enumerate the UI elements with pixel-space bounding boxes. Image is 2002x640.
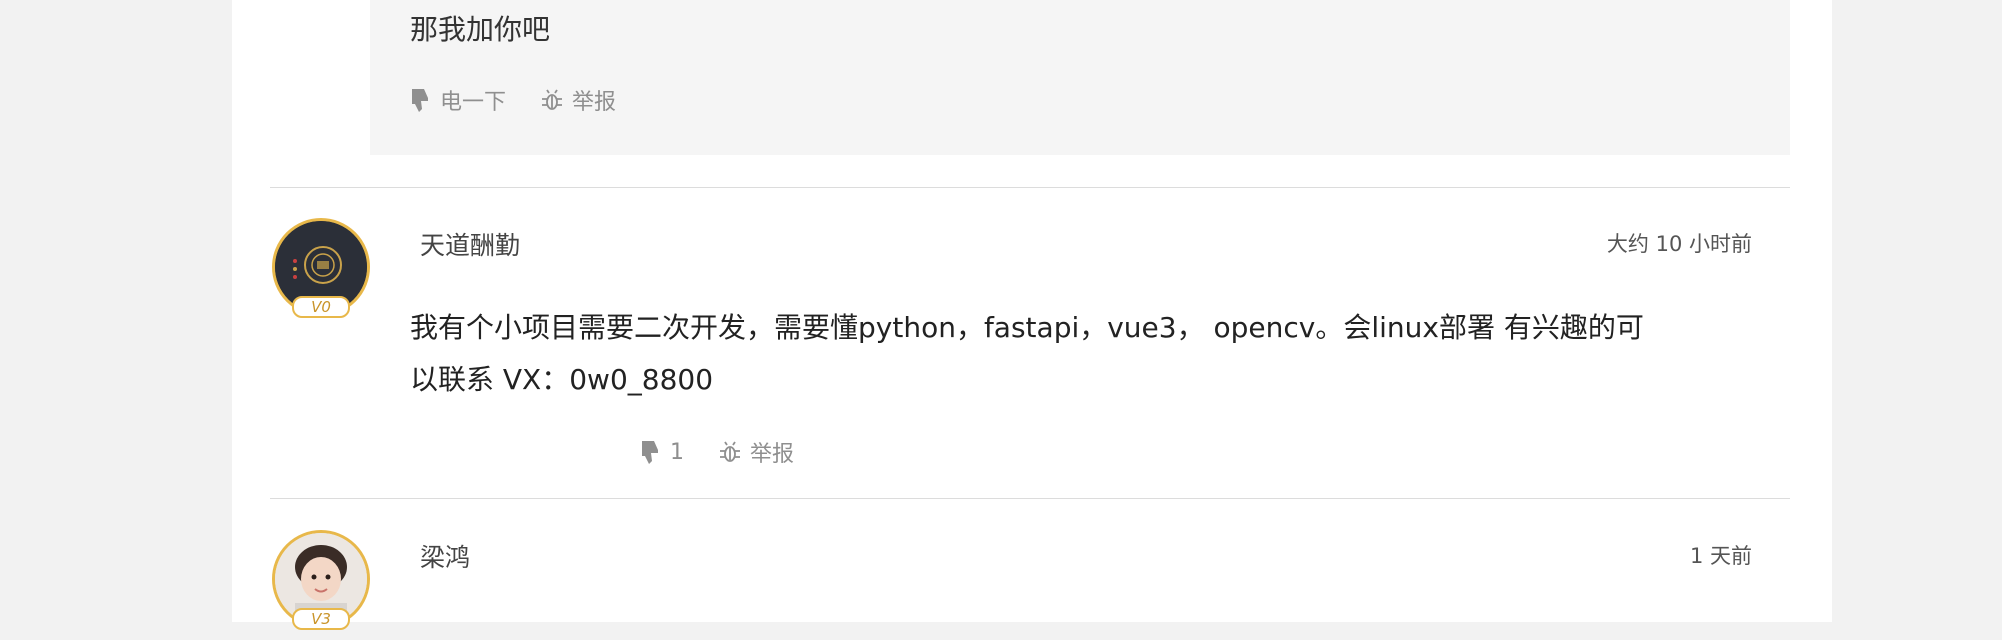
divider xyxy=(270,187,1790,188)
report-button[interactable]: 举报 xyxy=(540,84,616,116)
bug-report-icon xyxy=(542,89,563,110)
thumbs-down-icon xyxy=(412,89,428,112)
report-button[interactable]: 举报 xyxy=(718,436,794,468)
comment-item: V0 天道酬勤 大约 10 小时前 我有个小项目需要二次开发，需要懂python… xyxy=(232,218,1832,498)
username[interactable]: 天道酬勤 xyxy=(420,226,520,262)
dislike-button[interactable]: 电一下 xyxy=(410,84,506,116)
comment-time: 大约 10 小时前 xyxy=(1606,232,1752,256)
comment-content-line: 以联系 VX：0w0_8800 xyxy=(410,363,714,396)
comment-time: 1 天前 xyxy=(1689,544,1752,568)
avatar[interactable]: V0 xyxy=(270,218,370,328)
comment-list: 那我加你吧 电一下 举报 V0 天道酬勤 大约 10 小时前 我有个小项目需要二… xyxy=(232,0,1832,630)
comment-item: V3 梁鸿 1 天前 xyxy=(232,530,1832,630)
divider xyxy=(270,498,1790,499)
comment-actions: 1 举报 xyxy=(640,436,828,468)
report-label: 举报 xyxy=(750,442,795,467)
level-badge: V0 xyxy=(292,296,350,318)
report-label: 举报 xyxy=(572,90,617,115)
comment-content-line: 我有个小项目需要二次开发，需要懂python，fastapi，vue3， ope… xyxy=(410,311,1644,344)
reply-actions: 电一下 举报 xyxy=(410,84,650,116)
nested-reply: 那我加你吧 电一下 举报 xyxy=(370,0,1790,155)
thumbs-down-icon xyxy=(642,441,658,464)
bug-report-icon xyxy=(720,441,740,462)
avatar[interactable]: V3 xyxy=(270,530,370,640)
dislike-count: 1 xyxy=(670,439,684,465)
dislike-label: 电一下 xyxy=(440,90,507,115)
comment-content: 我有个小项目需要二次开发，需要懂python，fastapi，vue3， ope… xyxy=(410,302,1750,406)
level-badge: V3 xyxy=(292,608,350,630)
username[interactable]: 梁鸿 xyxy=(420,538,470,574)
reply-text: 那我加你吧 xyxy=(410,13,551,46)
dislike-button[interactable]: 1 xyxy=(640,439,684,465)
